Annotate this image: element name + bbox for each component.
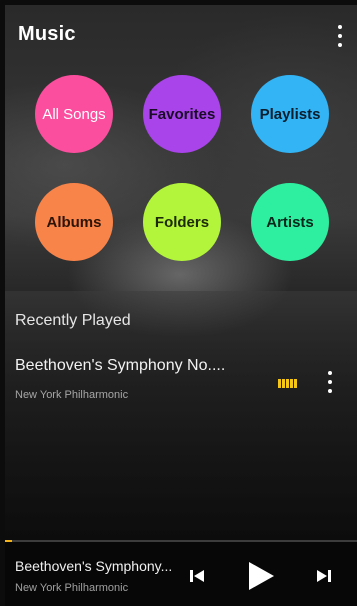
category-artists-button[interactable]: Artists — [251, 183, 329, 261]
skip-next-button[interactable] — [314, 566, 334, 586]
now-playing-title: Beethoven's Symphony... — [15, 558, 173, 574]
category-playlists-button[interactable]: Playlists — [251, 75, 329, 153]
equalizer-icon — [278, 379, 297, 388]
track-artist: New York Philharmonic — [15, 389, 129, 401]
category-folders-button[interactable]: Folders — [143, 183, 221, 261]
menu-dot — [338, 43, 342, 47]
now-playing-bar[interactable]: Beethoven's Symphony... New York Philhar… — [5, 542, 357, 606]
list-item[interactable]: Beethoven's Symphony No.... New York Phi… — [5, 349, 357, 411]
skip-next-icon — [317, 570, 331, 582]
recently-played-section: Recently Played Beethoven's Symphony No.… — [5, 291, 357, 541]
more-vertical-icon[interactable] — [324, 369, 336, 395]
music-home-screen: Music All Songs Favorites Playlists Albu… — [5, 5, 357, 606]
menu-dot — [328, 389, 332, 393]
menu-dot — [338, 25, 342, 29]
play-button[interactable] — [245, 560, 277, 592]
section-title: Recently Played — [15, 312, 131, 329]
category-albums-button[interactable]: Albums — [35, 183, 113, 261]
now-playing-artist: New York Philharmonic — [15, 582, 129, 594]
skip-previous-icon — [190, 570, 204, 582]
top-bar: Music — [5, 5, 357, 63]
category-all-songs-button[interactable]: All Songs — [35, 75, 113, 153]
app-title: Music — [18, 23, 76, 45]
track-title: Beethoven's Symphony No.... — [15, 357, 226, 374]
menu-dot — [328, 371, 332, 375]
play-icon — [249, 562, 274, 590]
skip-previous-button[interactable] — [187, 566, 207, 586]
category-favorites-button[interactable]: Favorites — [143, 75, 221, 153]
menu-dot — [328, 380, 332, 384]
menu-dot — [338, 34, 342, 38]
more-vertical-icon[interactable] — [331, 23, 349, 49]
